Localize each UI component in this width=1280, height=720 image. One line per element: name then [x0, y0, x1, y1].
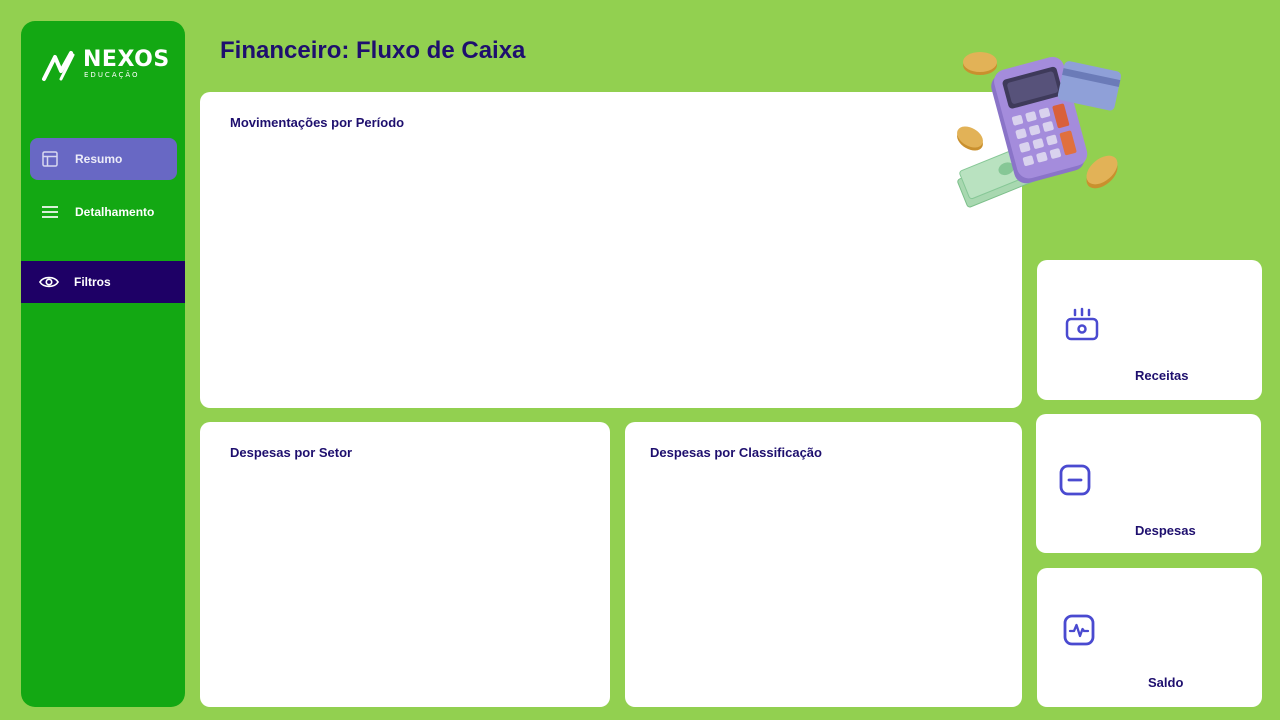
nav-item-resumo[interactable]: Resumo	[30, 138, 177, 180]
kpi-saldo-label: Saldo	[1148, 675, 1184, 690]
kpi-saldo-card: Saldo	[1037, 568, 1262, 707]
kpi-receitas-card: Receitas	[1037, 260, 1262, 400]
kpi-despesas-label: Despesas	[1135, 523, 1196, 538]
brand-name: NEXOS	[83, 47, 170, 72]
eye-icon	[39, 272, 59, 292]
nav-label: Filtros	[74, 275, 111, 289]
page-title: Financeiro: Fluxo de Caixa	[220, 37, 526, 64]
brand-logo: NEXOS EDUCAÇÃO	[41, 47, 169, 87]
nav-label: Resumo	[75, 152, 123, 166]
minus-square-icon	[1058, 463, 1092, 502]
sidebar: NEXOS EDUCAÇÃO Resumo Detalhamento Filtr…	[21, 21, 185, 707]
finance-illustration	[950, 48, 1125, 213]
kpi-receitas-label: Receitas	[1135, 368, 1189, 383]
nav-label: Detalhamento	[75, 205, 155, 219]
despesas-classificacao-card: Despesas por Classificação	[625, 422, 1022, 707]
kpi-despesas-card: Despesas	[1036, 414, 1261, 553]
brand-tagline: EDUCAÇÃO	[84, 71, 140, 79]
movimentacoes-title: Movimentações por Período	[230, 115, 405, 130]
nav-item-detalhamento[interactable]: Detalhamento	[30, 191, 177, 233]
despesas-classificacao-title: Despesas por Classificação	[650, 445, 822, 460]
despesas-setor-card: Despesas por Setor	[200, 422, 610, 707]
movimentacoes-card: Movimentações por Período	[200, 92, 1022, 408]
calculator-money-icon	[957, 52, 1122, 208]
nav-item-filtros[interactable]: Filtros	[21, 261, 185, 303]
logo-mark-icon	[42, 51, 75, 81]
menu-lines-icon	[40, 202, 60, 222]
despesas-setor-title: Despesas por Setor	[230, 445, 353, 460]
money-icon	[1064, 307, 1100, 348]
activity-icon	[1062, 613, 1096, 652]
layout-icon	[40, 149, 60, 169]
